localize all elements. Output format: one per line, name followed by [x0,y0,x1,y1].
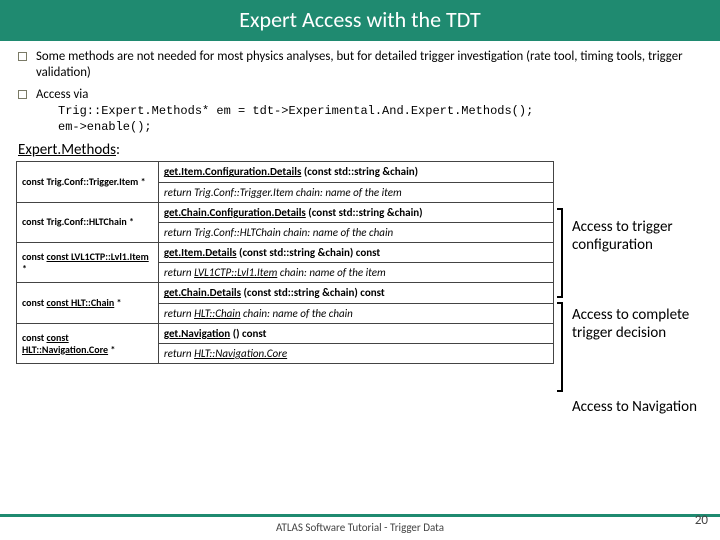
description-cell: return HLT::Chain chain: name of the cha… [158,303,553,323]
bullet-item: Some methods are not needed for most phy… [16,49,704,81]
code-line: em->enable(); [58,119,704,135]
signature-cell: get.Navigation () const [158,323,553,343]
description-cell: return LVL1CTP::Lvl1.Item chain: name of… [158,263,553,283]
table-row: const Trig.Conf::HLTChain * get.Chain.Co… [17,202,554,222]
bullet-list: Some methods are not needed for most phy… [16,49,704,135]
table-row: const const LVL1CTP::Lvl1.Item * get.Ite… [17,243,554,263]
bullet-item: Access via Trig::Expert.Methods* em = td… [16,87,704,135]
code-line: Trig::Expert.Methods* em = tdt->Experime… [58,103,704,119]
bracket-icon [557,208,563,298]
bullet-icon [18,52,27,61]
slide-title: Expert Access with the TDT [239,6,481,33]
title-bar: Expert Access with the TDT [0,0,720,41]
footer: ATLAS Software Tutorial - Trigger Data 2… [0,514,720,534]
bullet-icon [18,90,27,99]
section-heading: Expert.Methods: [18,141,704,159]
description-cell: return Trig.Conf::HLTChain chain: name o… [158,222,553,242]
bullet-text: Some methods are not needed for most phy… [36,49,704,81]
return-type-cell: const Trig.Conf::Trigger.Item * [17,162,159,202]
signature-cell: get.Item.Configuration.Details (const st… [158,162,553,182]
table-row: const Trig.Conf::Trigger.Item * get.Item… [17,162,554,182]
signature-cell: get.Item.Details (const std::string &cha… [158,243,553,263]
footer-text: ATLAS Software Tutorial - Trigger Data [0,521,720,534]
description-cell: return Trig.Conf::Trigger.Item chain: na… [158,182,553,202]
signature-cell: get.Chain.Configuration.Details (const s… [158,202,553,222]
signature-cell: get.Chain.Details (const std::string &ch… [158,283,553,303]
page-number: 20 [695,513,708,528]
description-cell: return HLT::Navigation.Core [158,344,553,364]
return-type-cell: const const LVL1CTP::Lvl1.Item * [17,243,159,283]
table-row: const const HLT::Chain * get.Chain.Detai… [17,283,554,303]
methods-table: const Trig.Conf::Trigger.Item * get.Item… [16,161,554,364]
return-type-cell: const const HLT::Chain * [17,283,159,323]
annotation: Access to Navigation [572,398,702,416]
bullet-text: Access via Trig::Expert.Methods* em = td… [36,87,704,135]
annotation: Access to trigger configuration [572,218,702,254]
return-type-cell: const Trig.Conf::HLTChain * [17,202,159,242]
annotation: Access to complete trigger decision [572,306,702,342]
table-row: const const HLT::Navigation.Core * get.N… [17,323,554,343]
bracket-icon [557,302,563,392]
return-type-cell: const const HLT::Navigation.Core * [17,323,159,363]
slide: Expert Access with the TDT Some methods … [0,0,720,540]
